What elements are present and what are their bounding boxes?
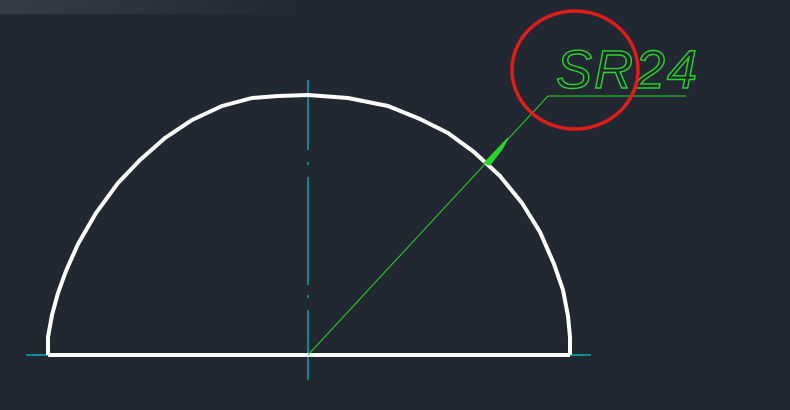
dimension-arrowhead xyxy=(483,137,509,166)
dimension-text[interactable]: SR24 xyxy=(555,39,699,100)
centerlines xyxy=(26,80,591,380)
dimension-leader-line xyxy=(307,95,549,356)
cad-drawing-canvas[interactable]: SR24 xyxy=(0,0,790,410)
drawing-svg: SR24 xyxy=(26,9,699,380)
radius-dimension[interactable]: SR24 xyxy=(307,39,699,356)
hemisphere-outline[interactable] xyxy=(46,93,572,357)
hemisphere-arc[interactable] xyxy=(46,93,572,355)
